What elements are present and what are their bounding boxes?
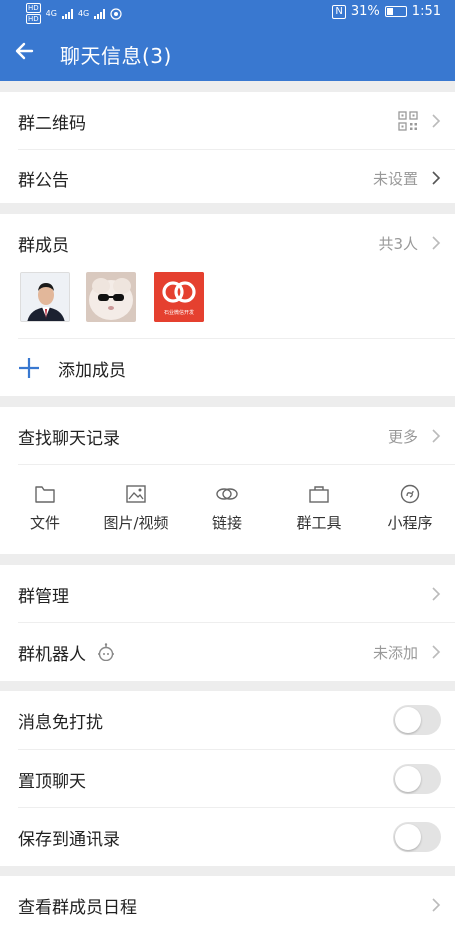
status-bar: HD HD 4G 4G N 31% 1:51 <box>0 0 455 26</box>
members-label: 群成员 <box>18 235 69 256</box>
mute-row: 消息免打扰 <box>0 691 455 749</box>
mini-program-icon <box>400 484 420 504</box>
notice-row[interactable]: 群公告 未设置 <box>0 149 455 207</box>
tool-group-tools-label: 群工具 <box>296 514 342 532</box>
qr-code-icon <box>398 111 418 131</box>
group-toggles: 消息免打扰 置顶聊天 保存到通讯录 <box>0 691 455 866</box>
battery-percent: 31% <box>350 4 380 19</box>
pin-chat-label: 置顶聊天 <box>18 771 86 792</box>
notice-label: 群公告 <box>18 170 69 191</box>
folder-icon <box>35 486 55 503</box>
add-member-label: 添加成员 <box>58 360 126 381</box>
tool-image-label: 图片/视频 <box>103 514 169 532</box>
chevron-right-icon <box>432 429 441 443</box>
chevron-right-icon <box>432 898 441 912</box>
divider <box>18 464 455 465</box>
group-robot-label: 群机器人 <box>18 644 86 665</box>
tool-file-label: 文件 <box>29 514 60 532</box>
pin-chat-row: 置顶聊天 <box>0 750 455 808</box>
link-icon <box>216 488 238 500</box>
add-member-row[interactable]: 添加成员 <box>0 339 455 397</box>
tool-image[interactable]: 图片/视频 <box>91 478 181 540</box>
back-arrow-icon[interactable] <box>12 38 38 64</box>
save-contacts-row: 保存到通讯录 <box>0 808 455 866</box>
avatar-member-1[interactable] <box>20 272 70 322</box>
signal-icon <box>94 8 106 19</box>
search-history-label: 查找聊天记录 <box>18 428 120 449</box>
chevron-right-icon <box>432 236 441 250</box>
group-robot-value: 未添加 <box>372 643 418 662</box>
network-label: 4G <box>77 9 90 18</box>
battery-icon <box>384 6 407 17</box>
members-row[interactable]: 群成员 共3人 <box>0 214 455 272</box>
robot-icon <box>98 643 114 661</box>
chevron-right-icon <box>432 114 441 128</box>
group-manage-row[interactable]: 群管理 <box>0 565 455 623</box>
plus-icon <box>19 358 39 378</box>
chevron-right-icon <box>432 587 441 601</box>
tool-group-tools[interactable]: 群工具 <box>274 478 364 540</box>
hd-badge: HD <box>26 3 41 13</box>
avatar-member-3[interactable]: 石业微信开发 <box>154 272 204 322</box>
tool-link-label: 链接 <box>211 514 242 532</box>
pin-chat-toggle[interactable] <box>393 764 441 794</box>
nfc-icon: N <box>332 4 346 19</box>
person-portrait-icon <box>21 273 69 321</box>
member-schedule-row[interactable]: 查看群成员日程 <box>0 878 455 929</box>
member-schedule-label: 查看群成员日程 <box>18 897 137 918</box>
network-label: 4G <box>45 9 57 18</box>
clock: 1:51 <box>411 4 441 19</box>
avatar-member-2[interactable] <box>86 272 136 322</box>
page-title: 聊天信息(3) <box>60 44 172 68</box>
group-manage: 群管理 群机器人 未添加 <box>0 565 455 681</box>
status-left: HD HD 4G 4G <box>26 3 122 24</box>
group-robot-row[interactable]: 群机器人 未添加 <box>0 623 455 681</box>
save-contacts-toggle[interactable] <box>393 822 441 852</box>
notice-value: 未设置 <box>372 169 418 188</box>
status-right: N 31% 1:51 <box>332 4 441 19</box>
group-schedule: 查看群成员日程 <box>0 876 455 929</box>
toolbox-icon <box>309 486 329 503</box>
mute-toggle[interactable] <box>393 705 441 735</box>
qr-code-row[interactable]: 群二维码 <box>0 92 455 150</box>
mute-label: 消息免打扰 <box>18 712 103 733</box>
members-count: 共3人 <box>378 234 418 253</box>
app-header: HD HD 4G 4G N 31% 1:51 聊天信息(3) <box>0 0 455 81</box>
search-history-row[interactable]: 查找聊天记录 更多 <box>0 407 455 465</box>
group-manage-label: 群管理 <box>18 586 69 607</box>
group-info: 群二维码 群公告 未设置 <box>0 92 455 203</box>
location-icon <box>110 7 122 20</box>
chevron-right-icon <box>432 171 441 185</box>
tool-mini-program[interactable]: 小程序 <box>365 478 455 540</box>
hd-badge: HD <box>26 14 41 24</box>
qr-code-label: 群二维码 <box>18 113 86 134</box>
fluffy-pet-icon <box>86 272 136 322</box>
image-icon <box>126 485 146 503</box>
chevron-right-icon <box>432 645 441 659</box>
more-label: 更多 <box>387 427 418 446</box>
tool-mini-program-label: 小程序 <box>387 514 433 532</box>
tool-link[interactable]: 链接 <box>182 478 272 540</box>
tool-file[interactable]: 文件 <box>0 478 90 540</box>
brand-logo-text: 石业微信开发 <box>163 310 194 316</box>
signal-icon <box>61 8 73 19</box>
save-contacts-label: 保存到通讯录 <box>18 829 120 850</box>
